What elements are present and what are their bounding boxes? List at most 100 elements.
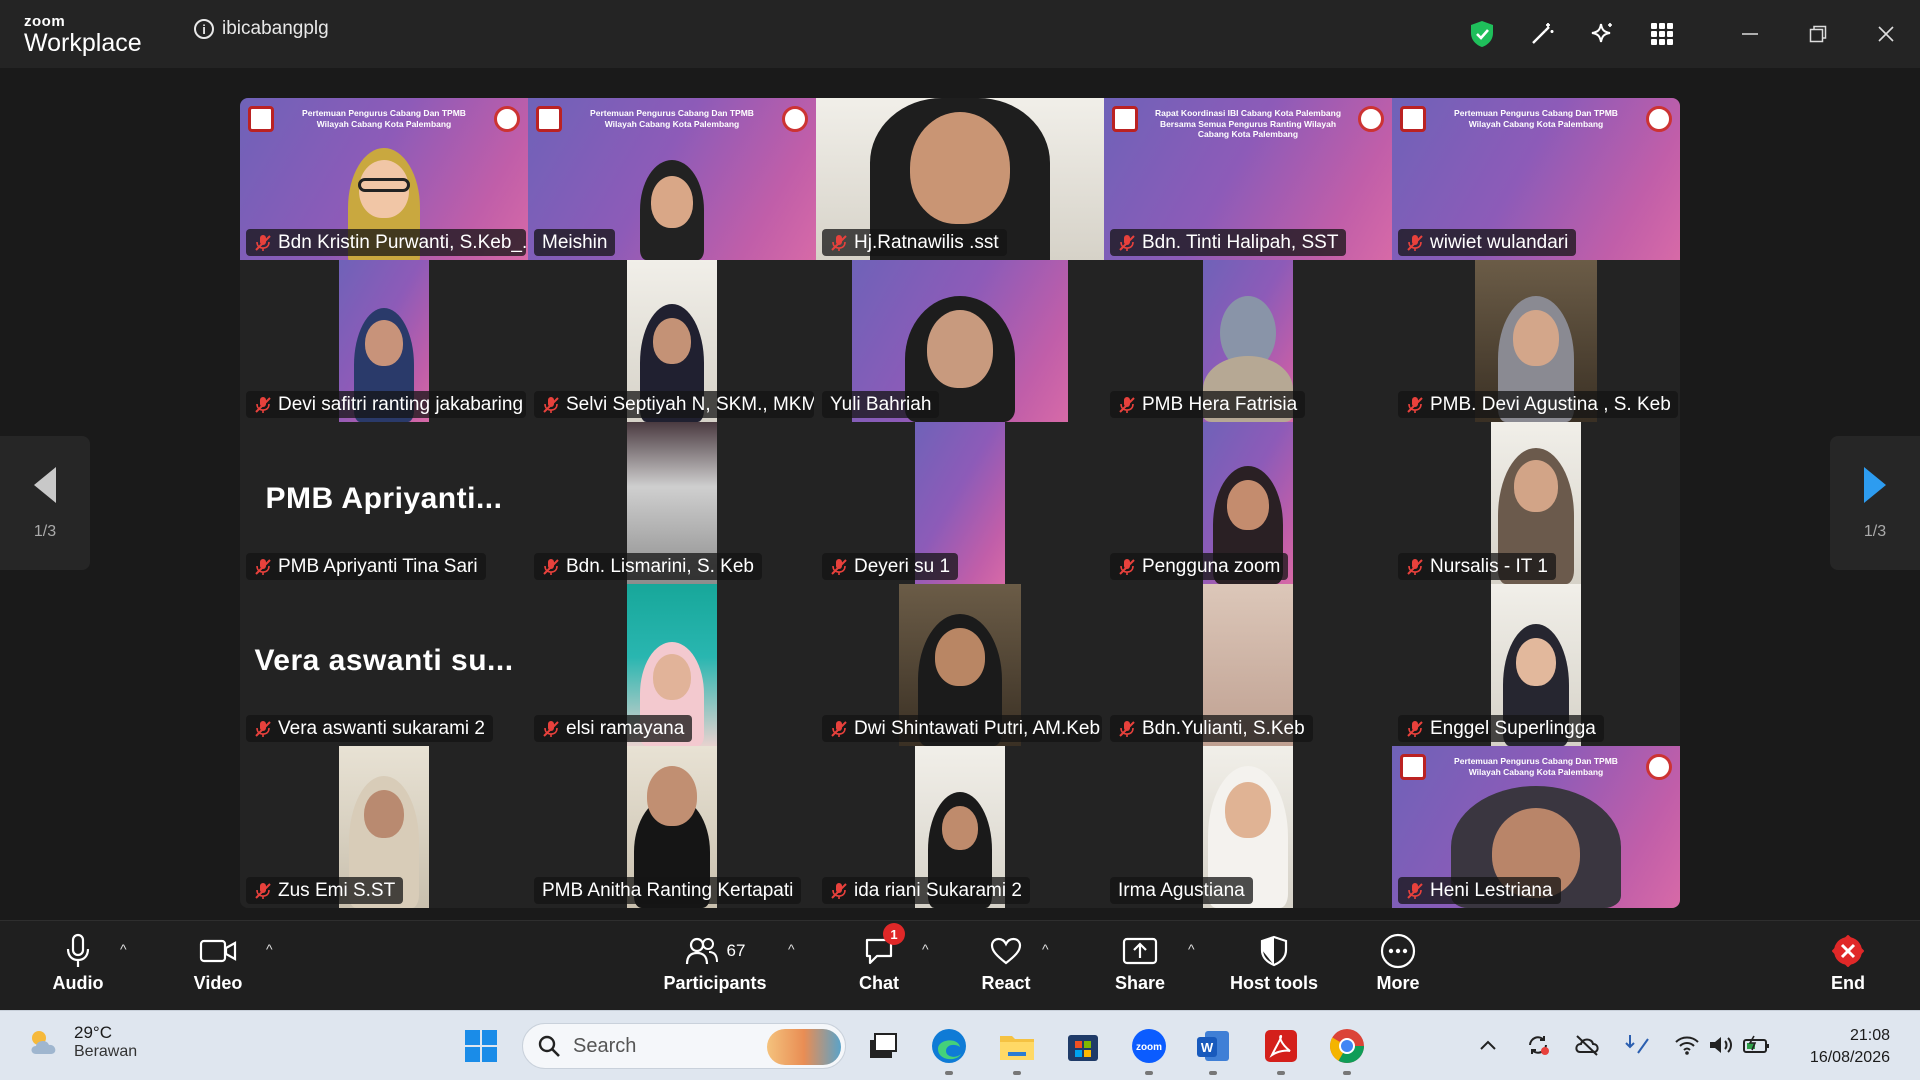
end-meeting-button[interactable]: End (1820, 929, 1876, 1005)
participant-name-label: PMB Anitha Ranting Kertapati (534, 877, 802, 904)
participant-tile[interactable]: Irma Agustiana (1104, 746, 1392, 908)
sync-icon[interactable] (1526, 1033, 1550, 1057)
zoom-logo: zoom Workplace (24, 14, 142, 56)
taskbar-search[interactable]: Search (522, 1023, 846, 1069)
participant-name-label: wiwiet wulandari (1398, 229, 1577, 256)
participant-tile[interactable]: Zus Emi S.ST (240, 746, 528, 908)
next-page-button[interactable]: 1/3 (1830, 436, 1920, 570)
participant-tile[interactable]: Pertemuan Pengurus Cabang Dan TPMB Wilay… (1392, 746, 1680, 908)
participant-name-label: elsi ramayana (534, 715, 693, 742)
participant-tile[interactable]: Yuli Bahriah (816, 260, 1104, 422)
participants-button[interactable]: 67 Participants (660, 929, 770, 1005)
apps-grid-icon[interactable] (1632, 0, 1692, 68)
video-button[interactable]: Video (186, 929, 250, 1005)
video-options-chevron-icon[interactable]: ^ (266, 941, 273, 957)
host-tools-button[interactable]: Host tools (1226, 929, 1322, 1005)
taskbar-app-acrobat[interactable] (1260, 1025, 1302, 1075)
end-x-icon (1831, 929, 1865, 973)
store-icon (1068, 1035, 1098, 1061)
show-hidden-icons-chevron-icon[interactable] (1478, 1038, 1498, 1052)
more-button[interactable]: More (1370, 929, 1426, 1005)
banner-text: Pertemuan Pengurus Cabang Dan TPMB Wilay… (1454, 108, 1618, 129)
participants-options-chevron-icon[interactable]: ^ (788, 941, 795, 957)
react-options-chevron-icon[interactable]: ^ (1042, 941, 1049, 957)
security-shield-icon[interactable] (1452, 0, 1512, 68)
taskbar-app-store[interactable] (1062, 1025, 1104, 1067)
participant-tile[interactable]: Selvi Septiyah N, SKM., MKM (528, 260, 816, 422)
cloud-offline-icon[interactable] (1574, 1034, 1600, 1056)
restore-button[interactable] (1784, 0, 1852, 68)
participant-tile[interactable]: Deyeri su 1 (816, 422, 1104, 584)
participant-name-label: Irma Agustiana (1110, 877, 1253, 904)
meeting-info-button[interactable]: i ibicabangplg (194, 18, 329, 40)
participant-tile[interactable]: PMB Hera Fatrisia (1104, 260, 1392, 422)
taskbar-app-word[interactable]: W (1192, 1025, 1234, 1075)
participant-tile[interactable]: Hj.Ratnawilis .sst (816, 98, 1104, 260)
weather-widget[interactable]: 29°C Berawan (26, 1023, 137, 1061)
pen-input-icon[interactable] (1624, 1033, 1652, 1057)
participant-name-label: Yuli Bahriah (822, 391, 940, 418)
taskbar-app-chrome[interactable] (1326, 1025, 1368, 1075)
participant-tile[interactable]: Nursalis - IT 1 (1392, 422, 1680, 584)
share-options-chevron-icon[interactable]: ^ (1188, 941, 1195, 957)
participant-name: PMB Anitha Ranting Kertapati (542, 879, 794, 901)
participant-tile[interactable]: Pertemuan Pengurus Cabang Dan TPMB Wilay… (240, 98, 528, 260)
task-view-button[interactable] (862, 1025, 904, 1067)
taskbar-clock[interactable]: 21:08 16/08/2026 (1810, 1025, 1890, 1069)
participant-tile[interactable]: ida riani Sukarami 2 (816, 746, 1104, 908)
meeting-controls-bar: Audio ^ Video ^ 67 Participants ^ 1 Chat… (0, 920, 1920, 1010)
participant-name: elsi ramayana (566, 717, 685, 739)
participant-tile-no-video[interactable]: PMB Apriyanti... PMB Apriyanti Tina Sari (240, 422, 528, 584)
close-window-button[interactable] (1852, 0, 1920, 68)
participant-name-label: Hj.Ratnawilis .sst (822, 229, 1007, 256)
logo-zoom-text: zoom (24, 13, 66, 30)
participant-tile[interactable]: PMB. Devi Agustina , S. Keb (1392, 260, 1680, 422)
windows-start-button[interactable] (460, 1025, 502, 1067)
participant-tile[interactable]: Pertemuan Pengurus Cabang Dan TPMB Wilay… (1392, 98, 1680, 260)
audio-options-chevron-icon[interactable]: ^ (120, 941, 127, 957)
participant-tile[interactable]: Bdn. Lismarini, S. Keb (528, 422, 816, 584)
taskbar-app-zoom[interactable]: zoom (1128, 1025, 1170, 1075)
wifi-icon[interactable] (1674, 1034, 1700, 1056)
search-highlight-image (767, 1029, 841, 1065)
participant-name: Vera aswanti sukarami 2 (278, 717, 485, 739)
participant-tile[interactable]: Rapat Koordinasi IBI Cabang Kota Palemba… (1104, 98, 1392, 260)
muted-mic-icon (1406, 558, 1424, 576)
windows-logo-icon (465, 1030, 497, 1062)
taskbar-app-edge[interactable] (928, 1025, 970, 1075)
participant-name-overlay: Vera aswanti su... (254, 643, 514, 677)
participant-tile-active-speaker[interactable]: Pertemuan Pengurus Cabang Dan TPMB Wilay… (528, 98, 816, 260)
participant-tile[interactable]: Pengguna zoom (1104, 422, 1392, 584)
taskbar-app-file-explorer[interactable] (996, 1025, 1038, 1075)
previous-page-button[interactable]: 1/3 (0, 436, 90, 570)
chevron-left-icon (34, 467, 56, 503)
participant-tile[interactable]: Dwi Shintawati Putri, AM.Keb (816, 584, 1104, 746)
react-button[interactable]: React (978, 929, 1034, 1005)
volume-icon[interactable] (1708, 1034, 1734, 1056)
title-bar: zoom Workplace i ibicabangplg (0, 0, 1920, 68)
chat-options-chevron-icon[interactable]: ^ (922, 941, 929, 957)
participant-tile[interactable]: elsi ramayana (528, 584, 816, 746)
chat-unread-badge: 1 (883, 923, 905, 945)
participant-name-label: PMB Hera Fatrisia (1110, 391, 1306, 418)
minimize-button[interactable] (1716, 0, 1784, 68)
chat-button[interactable]: 1 Chat (852, 923, 906, 1005)
participant-name: Bdn Kristin Purwanti, S.Keb_... (278, 231, 526, 253)
participant-tile[interactable]: Bdn.Yulianti, S.Keb (1104, 584, 1392, 746)
share-button[interactable]: Share (1112, 929, 1168, 1005)
battery-charging-icon[interactable] (1742, 1034, 1772, 1056)
participant-tile-no-video[interactable]: Vera aswanti su... Vera aswanti sukarami… (240, 584, 528, 746)
participant-tile[interactable]: Devi safitri ranting jakabaring (240, 260, 528, 422)
participant-name: Hj.Ratnawilis .sst (854, 231, 999, 253)
ai-companion-icon[interactable] (1572, 0, 1632, 68)
ibi-logo (1400, 106, 1426, 132)
banner-text: Pertemuan Pengurus Cabang Dan TPMB Wilay… (302, 108, 466, 129)
participant-tile[interactable]: Enggel Superlingga (1392, 584, 1680, 746)
audio-button[interactable]: Audio (50, 929, 106, 1005)
ibi-seal (494, 106, 520, 132)
weather-temperature: 29°C (74, 1023, 112, 1042)
participant-tile[interactable]: PMB Anitha Ranting Kertapati (528, 746, 816, 908)
participant-name: Irma Agustiana (1118, 879, 1245, 901)
clock-time: 21:08 (1849, 1027, 1890, 1044)
magic-wand-icon[interactable] (1512, 0, 1572, 68)
